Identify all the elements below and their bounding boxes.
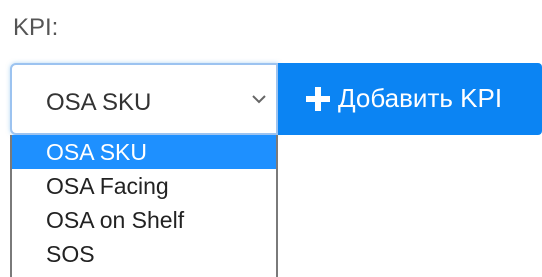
- dropdown-option-osa-facing[interactable]: OSA Facing: [12, 169, 276, 203]
- kpi-select[interactable]: OSA SKU: [10, 63, 278, 135]
- plus-icon: [304, 85, 332, 113]
- dropdown-option-sos[interactable]: SOS: [12, 237, 276, 271]
- kpi-form: KPI: OSA SKU Добавить KPI OSA SKU OSA Fa…: [0, 0, 542, 277]
- chevron-down-icon[interactable]: [246, 83, 272, 115]
- dropdown-option-osa-on-shelf[interactable]: OSA on Shelf: [12, 203, 276, 237]
- add-kpi-label: Добавить KPI: [338, 83, 503, 113]
- kpi-dropdown-list: OSA SKU OSA Facing OSA on Shelf SOS: [10, 135, 278, 277]
- kpi-select-value: OSA SKU: [46, 89, 152, 116]
- dropdown-option-osa-sku[interactable]: OSA SKU: [12, 135, 276, 169]
- kpi-label: KPI:: [13, 14, 59, 41]
- add-kpi-button[interactable]: Добавить KPI: [278, 63, 542, 135]
